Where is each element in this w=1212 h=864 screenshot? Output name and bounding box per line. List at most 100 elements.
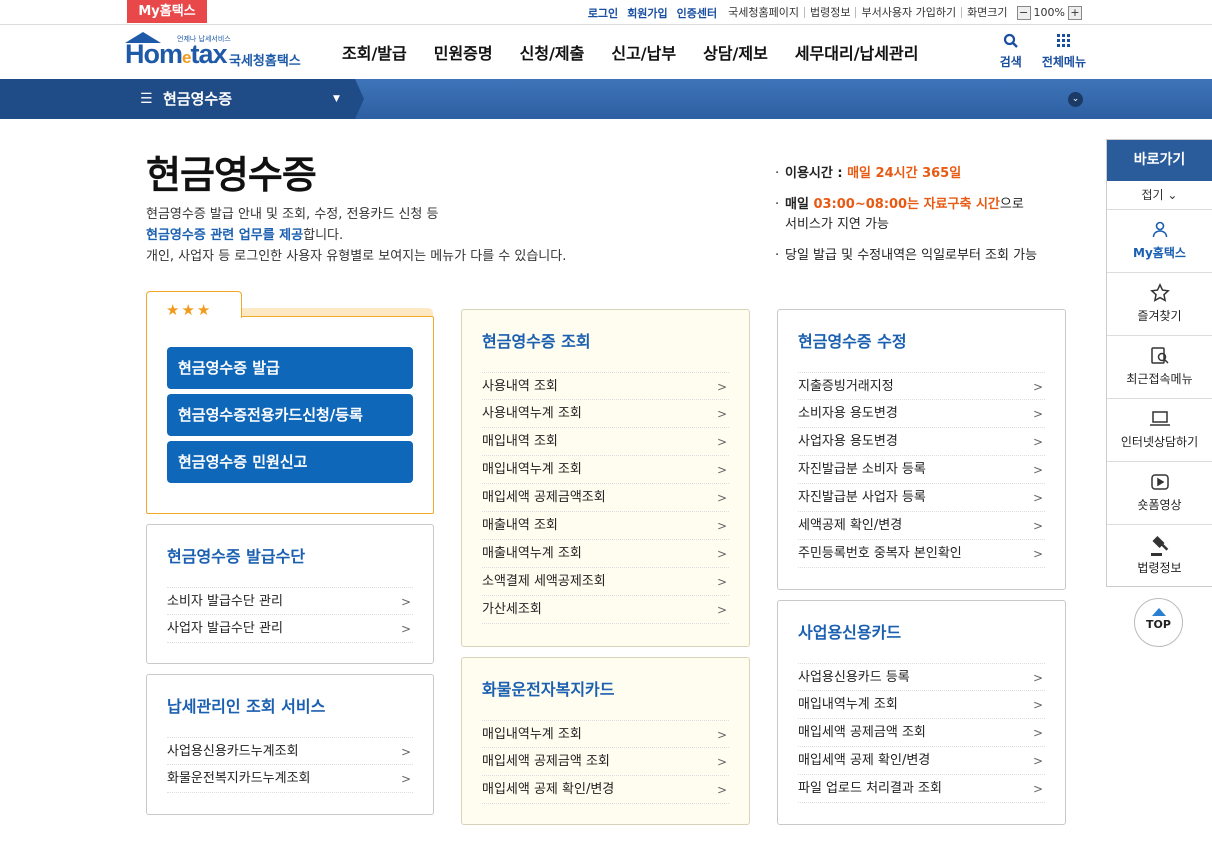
panel-list: 사업용신용카드누계조회 > 화물운전복지카드누계조회 > bbox=[167, 737, 413, 793]
quick-online-consult[interactable]: 인터넷상담하기 bbox=[1107, 399, 1212, 462]
list-item[interactable]: 매입세액 공제 확인/변경 > bbox=[798, 747, 1045, 775]
panel-title: 납세관리인 조회 서비스 bbox=[167, 697, 326, 716]
chevron-right-icon: > bbox=[1032, 519, 1043, 533]
hamburger-icon: ☰ bbox=[140, 91, 153, 107]
panel-modify: 현금영수증 수정 지출증빙거래지정 > 소비자용 용도변경 > 사업자용 용도변경 >… bbox=[777, 309, 1066, 590]
list-item[interactable]: 매입세액 공제금액 조회 > bbox=[798, 719, 1045, 747]
search-button[interactable]: 검색 bbox=[1000, 33, 1022, 70]
chevron-right-icon: > bbox=[716, 755, 727, 769]
info-next-day: 당일 발급 및 수정내역은 익일로부터 조회 가능 bbox=[773, 246, 1037, 266]
list-item[interactable]: 자진발급분 사업자 등록 > bbox=[798, 484, 1045, 512]
list-item[interactable]: 자진발급분 소비자 등록 > bbox=[798, 456, 1045, 484]
cash-receipt-issue-button[interactable]: 현금영수증 발급 bbox=[167, 347, 413, 389]
panel-title: 현금영수증 발급수단 bbox=[167, 547, 306, 566]
nts-homepage-link[interactable]: 국세청홈페이지 bbox=[723, 7, 804, 18]
gavel-icon bbox=[1107, 535, 1212, 559]
list-item[interactable]: 세액공제 확인/변경 > bbox=[798, 512, 1045, 540]
chevron-right-icon: > bbox=[716, 380, 727, 394]
grid-menu-icon bbox=[1042, 33, 1086, 53]
dept-user-signup-link[interactable]: 부서사용자 가입하기 bbox=[855, 7, 961, 18]
list-item[interactable]: 매입내역 조회 > bbox=[482, 428, 729, 456]
list-item[interactable]: 매입내역누계 조회 > bbox=[482, 456, 729, 484]
list-item[interactable]: 주민등록번호 중복자 본인확인 > bbox=[798, 540, 1045, 568]
quick-law-info[interactable]: 법령정보 bbox=[1107, 525, 1212, 588]
quick-favorites[interactable]: 즐겨찾기 bbox=[1107, 273, 1212, 336]
logo-wordmark: Hometax bbox=[125, 39, 228, 69]
list-item[interactable]: 매입세액 공제 확인/변경 > bbox=[482, 776, 729, 804]
signup-link[interactable]: 회원가입 bbox=[627, 5, 667, 21]
quick-shortform-video[interactable]: 숏폼영상 bbox=[1107, 462, 1212, 525]
quick-recent-menu[interactable]: 최근접속메뉴 bbox=[1107, 336, 1212, 399]
person-icon bbox=[1107, 220, 1212, 244]
menu-selector-arrow bbox=[355, 79, 364, 119]
list-item[interactable]: 파일 업로드 처리결과 조회 > bbox=[798, 775, 1045, 803]
gnb-civil-cert[interactable]: 민원증명 bbox=[434, 40, 493, 64]
hometax-logo[interactable]: 언제나 납세서비스 Hometax 국세청홈택스 bbox=[125, 31, 310, 73]
gnb-inquiry-issue[interactable]: 조회/발급 bbox=[342, 40, 407, 64]
gnb-consult-report[interactable]: 상담/제보 bbox=[703, 40, 768, 64]
list-item[interactable]: 매입세액 공제금액 조회 > bbox=[482, 748, 729, 776]
quick-myhometax[interactable]: My홈택스 bbox=[1107, 210, 1212, 273]
chevron-right-icon: > bbox=[716, 603, 727, 617]
myhometax-tab[interactable]: My홈택스 bbox=[127, 0, 207, 23]
collapse-button[interactable]: 접기 ⌄ bbox=[1107, 181, 1212, 210]
chevron-right-icon: > bbox=[716, 463, 727, 477]
list-item[interactable]: 매출내역누계 조회 > bbox=[482, 540, 729, 568]
search-label: 검색 bbox=[999, 55, 1022, 69]
panel-title: 현금영수증 수정 bbox=[798, 332, 907, 351]
expand-circle-icon[interactable]: ⌄ bbox=[1068, 92, 1083, 107]
chevron-right-icon: > bbox=[1032, 698, 1043, 712]
list-item[interactable]: 사업자 발급수단 관리 > bbox=[167, 615, 413, 643]
list-item[interactable]: 사업용신용카드 등록 > bbox=[798, 663, 1045, 691]
panel-list: 소비자 발급수단 관리 > 사업자 발급수단 관리 > bbox=[167, 587, 413, 643]
chevron-right-icon: > bbox=[716, 407, 727, 421]
list-item[interactable]: 화물운전복지카드누계조회 > bbox=[167, 765, 413, 793]
desc-line-2: 현금영수증 관련 업무를 제공합니다. bbox=[146, 228, 344, 243]
list-item[interactable]: 가산세조회 > bbox=[482, 596, 729, 624]
cash-receipt-card-apply-button[interactable]: 현금영수증전용카드신청/등록 bbox=[167, 394, 413, 436]
zoom-in-button[interactable]: + bbox=[1068, 5, 1082, 20]
list-item[interactable]: 사용내역누계 조회 > bbox=[482, 400, 729, 428]
page-title: 현금영수증 bbox=[146, 153, 317, 197]
cash-receipt-complaint-button[interactable]: 현금영수증 민원신고 bbox=[167, 441, 413, 483]
list-item[interactable]: 매입세액 공제금액조회 > bbox=[482, 484, 729, 512]
list-item[interactable]: 지출증빙거래지정 > bbox=[798, 372, 1045, 400]
list-item[interactable]: 매입내역누계 조회 > bbox=[482, 720, 729, 748]
login-link[interactable]: 로그인 bbox=[588, 5, 618, 21]
list-item[interactable]: 사용내역 조회 > bbox=[482, 372, 729, 400]
panel-list: 사용내역 조회 > 사용내역누계 조회 > 매입내역 조회 > 매입내역누계 조회 > … bbox=[482, 372, 729, 624]
chevron-right-icon: > bbox=[400, 622, 411, 636]
scroll-top-button[interactable]: TOP bbox=[1134, 598, 1183, 647]
list-item[interactable]: 사업자용 용도변경 > bbox=[798, 428, 1045, 456]
list-item[interactable]: 소비자용 용도변경 > bbox=[798, 400, 1045, 428]
zoom-control: − 100% + bbox=[1016, 5, 1082, 20]
gnb-apply-submit[interactable]: 신청/제출 bbox=[520, 40, 585, 64]
list-item[interactable]: 소비자 발급수단 관리 > bbox=[167, 587, 413, 615]
chevron-right-icon: > bbox=[716, 491, 727, 505]
chevron-right-icon: > bbox=[716, 728, 727, 742]
panel-title: 화물운전자복지카드 bbox=[482, 680, 615, 699]
favorites-tab-shadow bbox=[242, 308, 433, 316]
list-item[interactable]: 매출내역 조회 > bbox=[482, 512, 729, 540]
list-item[interactable]: 소액결제 세액공제조회 > bbox=[482, 568, 729, 596]
all-menu-button[interactable]: 전체메뉴 bbox=[1042, 33, 1086, 70]
auth-center-link[interactable]: 인증센터 bbox=[677, 5, 717, 21]
zoom-out-button[interactable]: − bbox=[1016, 5, 1031, 20]
info-maintenance: 매일 03:00~08:00는 자료구축 시간으로서비스가 지연 가능 bbox=[773, 195, 1037, 235]
gnb-report-pay[interactable]: 신고/납부 bbox=[611, 40, 676, 64]
chevron-right-icon: > bbox=[1032, 407, 1043, 421]
panel-list: 사업용신용카드 등록 > 매입내역누계 조회 > 매입세액 공제금액 조회 > 매입세… bbox=[798, 663, 1045, 803]
chevron-right-icon: > bbox=[1032, 671, 1043, 685]
screen-size-label: 화면크기 bbox=[961, 7, 1012, 18]
panel-issue-means: 현금영수증 발급수단 소비자 발급수단 관리 > 사업자 발급수단 관리 > bbox=[146, 524, 434, 664]
utility-links: 로그인 회원가입 인증센터 국세청홈페이지 법령정보 부서사용자 가입하기 화면… bbox=[579, 0, 1082, 25]
gnb-tax-agent[interactable]: 세무대리/납세관리 bbox=[795, 40, 919, 64]
panel-list: 매입내역누계 조회 > 매입세액 공제금액 조회 > 매입세액 공제 확인/변경 > bbox=[482, 720, 729, 804]
header-icons: 검색 전체메뉴 bbox=[980, 33, 1086, 70]
chevron-right-icon: > bbox=[1032, 782, 1043, 796]
law-info-link[interactable]: 법령정보 bbox=[804, 7, 855, 18]
list-item[interactable]: 사업용신용카드누계조회 > bbox=[167, 737, 413, 765]
list-item[interactable]: 매입내역누계 조회 > bbox=[798, 691, 1045, 719]
logo-subtitle: 국세청홈택스 bbox=[229, 54, 301, 69]
recent-search-icon bbox=[1107, 346, 1212, 370]
